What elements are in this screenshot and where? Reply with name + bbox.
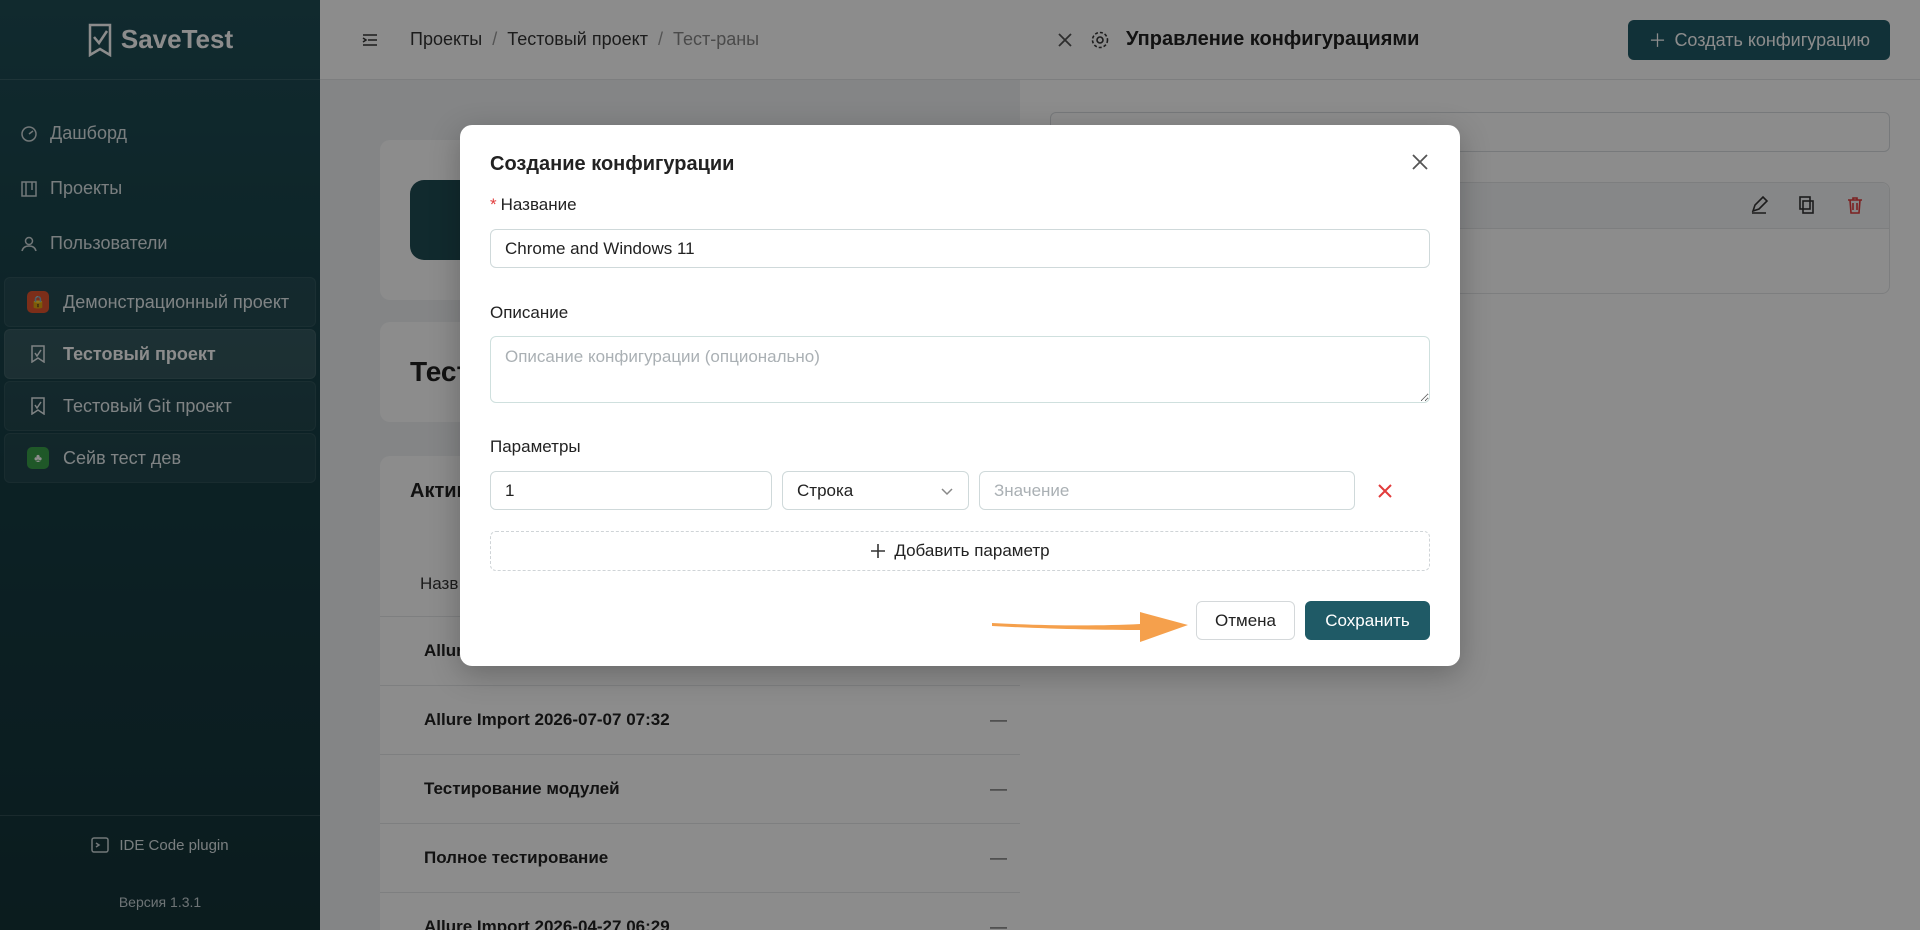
- add-param-button[interactable]: Добавить параметр: [490, 531, 1430, 571]
- param-type-select[interactable]: Строка: [782, 471, 969, 510]
- create-config-modal: Создание конфигурации *Название Описание…: [460, 125, 1460, 666]
- close-icon: [1378, 484, 1392, 498]
- modal-title: Создание конфигурации: [490, 153, 735, 175]
- remove-param-button[interactable]: [1375, 481, 1395, 501]
- plus-icon: [871, 544, 886, 558]
- description-label: Описание: [490, 303, 569, 322]
- add-param-label: Добавить параметр: [894, 541, 1050, 560]
- chevron-down-icon: [941, 487, 953, 495]
- params-label: Параметры: [490, 437, 581, 456]
- description-input[interactable]: [490, 336, 1430, 403]
- name-label-text: Название: [500, 195, 577, 214]
- modal-close-button[interactable]: [1408, 151, 1432, 175]
- close-icon: [1412, 153, 1428, 170]
- required-marker: *: [490, 195, 497, 214]
- cancel-button[interactable]: Отмена: [1196, 601, 1295, 640]
- save-button[interactable]: Сохранить: [1305, 601, 1430, 640]
- name-input[interactable]: [490, 229, 1430, 268]
- param-type-value: Строка: [797, 480, 854, 500]
- param-value-input[interactable]: [979, 471, 1355, 510]
- param-key-input[interactable]: [490, 471, 772, 510]
- name-label: * Название: [490, 195, 577, 215]
- annotation-arrow-icon: [992, 612, 1188, 642]
